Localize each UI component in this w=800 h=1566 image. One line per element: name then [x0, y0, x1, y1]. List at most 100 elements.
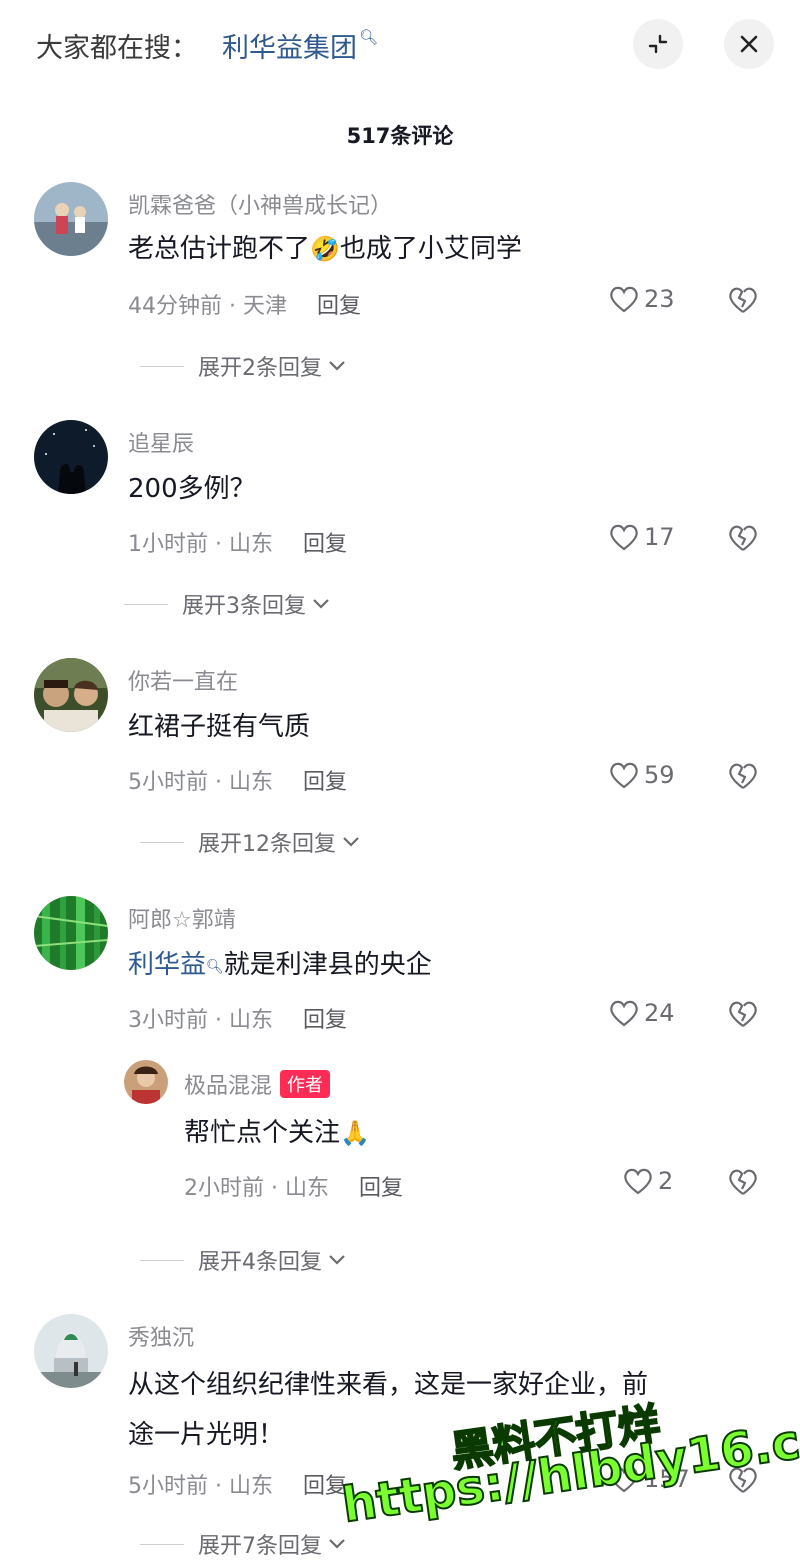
reply-button[interactable]: 回复: [303, 532, 347, 557]
heart-icon: [624, 1168, 652, 1195]
time-location: 44分钟前 · 天津: [128, 294, 287, 319]
comment-text-part: 也成了小艾同学: [339, 234, 522, 264]
like-count: 2: [658, 1167, 674, 1195]
reply-button[interactable]: 回复: [303, 770, 347, 795]
search-icon: 🔍︎: [359, 28, 379, 46]
expand-replies-label: 展开4条回复: [198, 1250, 322, 1275]
avatar[interactable]: [34, 658, 108, 732]
divider-line: [140, 1543, 184, 1545]
comment-text-part: 就是利津县的央企: [223, 950, 432, 980]
divider-line: [140, 841, 184, 843]
comment-text: 200多例？: [128, 474, 256, 504]
comment-nickname[interactable]: 你若一直在: [128, 664, 238, 696]
comment-text-part: 老总估计跑不了: [128, 234, 311, 264]
divider-line: [140, 1259, 184, 1261]
like-count: 23: [644, 285, 675, 313]
close-icon: [740, 35, 758, 53]
search-keyword[interactable]: 利华益: [128, 950, 206, 980]
comment-meta: 5小时前 · 山东 回复: [128, 1468, 347, 1500]
reply-button[interactable]: 回复: [317, 294, 361, 319]
comment-count: 517条评论: [346, 124, 454, 148]
expand-replies-label: 展开7条回复: [198, 1534, 322, 1559]
watermark: 黑料不打烊 https://hlbdy16.com: [330, 1398, 800, 1566]
comment-meta: 44分钟前 · 天津 回复: [128, 288, 361, 320]
top-bar: 大家都在搜： 利华益集团 🔍︎: [0, 0, 800, 90]
time-location: 1小时前 · 山东: [128, 532, 273, 557]
avatar[interactable]: [34, 896, 108, 970]
broken-heart-icon: [729, 763, 757, 789]
heart-icon: [610, 762, 638, 789]
comment-nickname[interactable]: 秀独沉: [128, 1320, 194, 1352]
dislike-button[interactable]: [726, 760, 760, 796]
broken-heart-icon: [729, 1001, 757, 1027]
dislike-button[interactable]: [726, 522, 760, 558]
expand-replies-label: 展开12条回复: [198, 832, 336, 857]
comment-meta: 5小时前 · 山东 回复: [128, 764, 347, 796]
like-button[interactable]: 59: [608, 760, 675, 790]
reply-text-part: 帮忙点个关注: [184, 1118, 341, 1148]
time-location: 3小时前 · 山东: [128, 1008, 273, 1033]
comment-meta: 3小时前 · 山东 回复: [128, 1002, 347, 1034]
trending-search-link[interactable]: 利华益集团 🔍︎: [222, 26, 378, 65]
reply-nickname-text[interactable]: 极品混混: [184, 1074, 272, 1099]
like-count: 24: [644, 999, 675, 1027]
like-button[interactable]: 24: [608, 998, 675, 1028]
dislike-button[interactable]: [726, 1166, 760, 1202]
like-count: 59: [644, 761, 675, 789]
expand-replies-button[interactable]: 展开12条回复: [140, 826, 360, 858]
time-location: 5小时前 · 山东: [128, 1474, 273, 1499]
reply-meta: 2小时前 · 山东 回复: [184, 1170, 403, 1202]
comment-text: 红裙子挺有气质: [128, 712, 311, 742]
avatar[interactable]: [34, 182, 108, 256]
heart-icon: [610, 1000, 638, 1027]
collapse-button[interactable]: [633, 19, 683, 69]
broken-heart-icon: [729, 287, 757, 313]
comment-text: 利华益🔍︎就是利津县的央企: [128, 942, 432, 988]
comment-nickname[interactable]: 追星辰: [128, 426, 194, 458]
time-location: 2小时前 · 山东: [184, 1176, 329, 1201]
expand-replies-button[interactable]: 展开7条回复: [140, 1528, 346, 1560]
like-button[interactable]: 17: [608, 522, 675, 552]
expand-replies-button[interactable]: 展开3条回复: [124, 588, 330, 620]
chevron-down-icon: [329, 361, 345, 371]
chevron-down-icon: [343, 837, 359, 847]
comment-meta: 1小时前 · 山东 回复: [128, 526, 347, 558]
comment-text: 途一片光明！: [128, 1420, 285, 1450]
comment-text: 老总估计跑不了🤣也成了小艾同学: [128, 226, 522, 272]
divider-line: [140, 365, 184, 367]
divider-line: [124, 603, 168, 605]
reply-button[interactable]: 回复: [303, 1008, 347, 1033]
like-count: 17: [644, 523, 675, 551]
expand-replies-label: 展开3条回复: [182, 594, 306, 619]
collapse-icon: [648, 34, 668, 54]
trending-search-term[interactable]: 利华益集团: [222, 33, 357, 64]
search-icon: 🔍︎: [206, 959, 224, 975]
time-location: 5小时前 · 山东: [128, 770, 273, 795]
chevron-down-icon: [329, 1255, 345, 1265]
dislike-button[interactable]: [726, 998, 760, 1034]
avatar[interactable]: [34, 420, 108, 494]
reply-avatar[interactable]: [124, 1060, 168, 1104]
expand-replies-label: 展开2条回复: [198, 356, 322, 381]
comment-nickname[interactable]: 阿郎☆郭靖: [128, 902, 236, 934]
author-badge: 作者: [280, 1070, 331, 1098]
search-prefix: 大家都在搜：: [36, 33, 198, 64]
reply-text: 帮忙点个关注🙏: [184, 1110, 370, 1156]
search-keyword-link[interactable]: 利华益🔍︎: [128, 950, 224, 980]
broken-heart-icon: [729, 1169, 757, 1195]
heart-icon: [610, 524, 638, 551]
expand-replies-button[interactable]: 展开2条回复: [140, 350, 346, 382]
heart-icon: [610, 286, 638, 313]
broken-heart-icon: [729, 525, 757, 551]
like-button[interactable]: 23: [608, 284, 675, 314]
reply-nickname: 极品混混 作者: [184, 1068, 331, 1100]
comment-nickname[interactable]: 凯霖爸爸（小神兽成长记）: [128, 188, 392, 220]
dislike-button[interactable]: [726, 284, 760, 320]
reply-button[interactable]: 回复: [359, 1176, 403, 1201]
expand-replies-button[interactable]: 展开4条回复: [140, 1244, 346, 1276]
pray-emoji: 🙏: [340, 1119, 370, 1147]
close-button[interactable]: [724, 19, 774, 69]
avatar[interactable]: [34, 1314, 108, 1388]
chevron-down-icon: [313, 599, 329, 609]
like-button[interactable]: 2: [622, 1166, 673, 1196]
